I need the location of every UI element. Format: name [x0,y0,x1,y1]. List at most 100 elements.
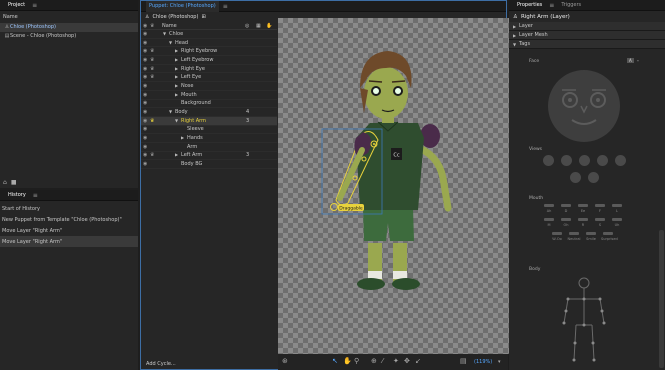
visibility-eye-icon[interactable]: ◉ [143,135,150,141]
visibility-eye-icon[interactable]: ◉ [143,48,150,54]
view-thumb[interactable] [570,172,581,183]
history-item[interactable]: Move Layer "Right Arm" [0,236,138,247]
scrollbar[interactable] [659,230,664,368]
mouth-shape-icon[interactable] [561,204,571,207]
independence-crown-icon[interactable]: ♛ [150,57,157,63]
pin-tool-icon[interactable]: ✦ [393,357,399,365]
visibility-eye-icon[interactable]: ◉ [143,31,150,37]
view-thumb[interactable] [579,155,590,166]
body-diagram[interactable] [554,275,614,365]
independence-crown-icon[interactable]: ♛ [150,66,157,72]
visibility-eye-icon[interactable]: ◉ [143,74,150,80]
section-tags[interactable]: ▼ Tags [509,40,665,49]
mouth-shape-icon[interactable] [544,204,554,207]
tab-properties[interactable]: Properties [514,0,545,11]
visibility-eye-icon[interactable]: ◉ [143,40,150,46]
visibility-eye-icon[interactable]: ◉ [143,118,150,124]
tab-project[interactable]: Project [5,0,28,11]
tab-puppet[interactable]: Puppet: Chloe (Photoshop) [146,0,219,12]
tab-triggers[interactable]: Triggers [558,0,584,11]
visibility-eye-icon[interactable]: ◉ [143,152,150,158]
mouth-shape-icon[interactable] [544,218,554,221]
layer-row[interactable]: ◉ ▼ Head [141,39,277,48]
view-options-icon[interactable]: ▤ [460,357,467,365]
visibility-eye-icon[interactable]: ◉ [143,126,150,132]
mouth-shape-icon[interactable] [561,218,571,221]
view-thumb[interactable] [597,155,608,166]
select-tool-icon[interactable]: ↖ [332,357,338,365]
zoom-dropdown-icon[interactable]: ▾ [498,359,501,365]
add-cycle-button[interactable]: Add Cycle... [146,361,176,367]
visibility-eye-icon[interactable]: ◉ [143,57,150,63]
layer-row[interactable]: ◉ ♛ ▶ Right Eyebrow [141,47,277,57]
face-diagram[interactable] [544,66,624,146]
layer-row[interactable]: ◉ ▶ Hands [141,134,277,143]
visibility-eye-icon[interactable]: ◉ [143,109,150,115]
handle-tool-icon[interactable]: ↙ [415,357,421,365]
visibility-eye-icon[interactable]: ◉ [143,92,150,98]
origin-tool-icon[interactable]: ⊕ [371,357,377,365]
independence-crown-icon[interactable]: ♛ [150,74,157,80]
layer-row[interactable]: ◉ Background [141,100,277,109]
layer-row[interactable]: ◉ Sleeve [141,126,277,135]
layer-row[interactable]: ◉ ♛ ▶ Right Eye [141,65,277,74]
visibility-eye-icon[interactable]: ◉ [143,144,150,150]
layer-row[interactable]: ◉ ▶ Mouth [141,91,277,100]
layer-row[interactable]: ◉ ♛ ▶ Left Eyebrow [141,56,277,65]
layer-row[interactable]: ◉ ♛ ▶ Left Arm 3 [141,152,277,161]
face-mode-link-icon[interactable]: ⌁ [635,58,641,63]
mouth-shape-icon[interactable] [586,232,596,235]
mouth-shape-icon[interactable] [578,218,588,221]
independence-crown-icon[interactable]: ♛ [150,118,157,124]
visibility-eye-icon[interactable]: ◉ [143,83,150,89]
layer-row[interactable]: ◉ ▼ Body 4 [141,108,277,117]
puppet-canvas[interactable]: Cc Draggable [278,18,510,354]
zoom-tool-icon[interactable]: ⚲ [354,357,359,365]
stick-tool-icon[interactable]: ⁄ [382,357,383,365]
mouth-shape-icon[interactable] [578,204,588,207]
mouth-shape-icon[interactable] [612,218,622,221]
view-thumb[interactable] [588,172,599,183]
mouth-shape-icon[interactable] [595,218,605,221]
hand-tool-icon[interactable]: ✋ [343,357,352,365]
folder-icon[interactable]: ■ [11,179,17,186]
mouth-shape-icon[interactable] [552,232,562,235]
new-scene-icon[interactable]: ⌂ [3,179,7,186]
independence-crown-icon[interactable]: ♛ [150,48,157,54]
layer-row[interactable]: ◉ Arm [141,143,277,152]
panel-menu-icon[interactable]: ≡ [32,2,37,9]
view-thumb[interactable] [615,155,626,166]
mouth-shape-icon[interactable] [569,232,579,235]
layer-row[interactable]: ◉ ♛ ▼ Right Arm 3 [141,116,277,126]
visibility-eye-icon[interactable]: ◉ [143,66,150,72]
panel-menu-icon[interactable]: ≡ [33,192,38,199]
layer-row[interactable]: ◉ ♛ ▶ Left Eye [141,73,277,83]
view-thumb[interactable] [561,155,572,166]
view-thumb[interactable] [543,155,554,166]
pin-icon[interactable]: ⊛ [282,357,288,365]
layer-row[interactable]: ◉ ▶ Nose [141,82,277,91]
mouth-shape-icon[interactable] [612,204,622,207]
history-item[interactable]: Move Layer "Right Arm" [0,225,138,236]
panel-menu-icon[interactable]: ≡ [549,2,554,9]
tab-history[interactable]: History [5,190,29,201]
section-layer[interactable]: ▶ Layer [509,22,665,31]
project-item-puppet[interactable]: ♙ Chloe (Photoshop) [0,23,138,32]
layer-row[interactable]: ◉ ▼ Chloe [141,30,277,39]
panel-menu-icon[interactable]: ≡ [223,3,228,10]
visibility-eye-icon[interactable]: ◉ [143,161,150,167]
independence-crown-icon[interactable]: ♛ [150,152,157,158]
mouth-shape-icon[interactable] [595,204,605,207]
project-item-scene[interactable]: ▤ Scene - Chloe (Photoshop) [0,32,138,41]
layer-row[interactable]: ◉ Body BG [141,160,277,169]
dragger-tool-icon[interactable]: ✥ [404,357,410,365]
zoom-level[interactable]: (119%) [474,359,492,365]
face-mode-a[interactable]: A [627,58,634,63]
face-mode-toggle[interactable]: A ⌁ [627,58,641,63]
history-item[interactable]: New Puppet from Template "Chloe (Photosh… [0,214,138,225]
history-item[interactable]: Start of History [0,203,138,214]
visibility-eye-icon[interactable]: ◉ [143,100,150,106]
section-layer-mesh[interactable]: ▶ Layer Mesh [509,31,665,40]
mouth-shape-label: M [547,223,551,227]
mouth-shape-icon[interactable] [603,232,613,235]
